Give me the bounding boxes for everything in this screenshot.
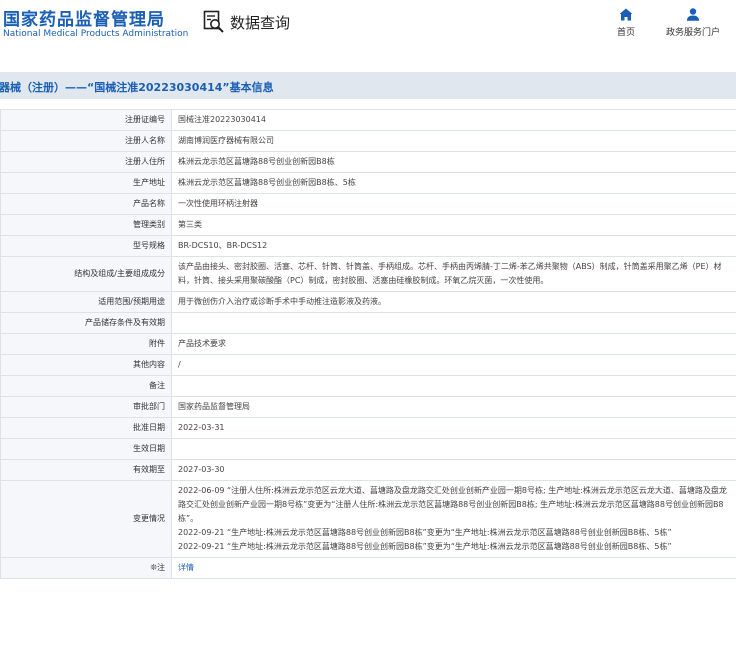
table-row: 审批部门 国家药品监督管理局 [0,396,736,418]
field-label: 型号规格 [0,235,172,257]
nav-gov-service-portal[interactable]: 政务服务门户 [658,8,728,38]
field-label: 生产地址 [0,172,172,194]
user-icon [658,8,728,21]
data-query-title: 数据查询 [230,13,291,32]
table-row: 结构及组成/主要组成成分 该产品由接头、密封胶圈、活塞、芯杆、针筒、针筒盖、手柄组… [0,256,736,292]
site-header: 国家药品监督管理局 National Medical Products Admi… [0,0,736,62]
field-value [171,312,736,334]
field-value: 第三类 [171,214,736,236]
table-row: 注册人住所 株洲云龙示范区菖塘路88号创业创新园B8栋 [0,151,736,173]
data-query-logo[interactable]: 数据查询 [203,10,290,34]
field-value: 2022-03-31 [171,417,736,439]
table-row: 产品名称 一次性使用环柄注射器 [0,193,736,215]
field-value [171,375,736,397]
field-label: 结构及组成/主要组成成分 [0,256,172,292]
field-value: 该产品由接头、密封胶圈、活塞、芯杆、针筒、针筒盖、手柄组成。芯杆、手柄由丙烯腈-… [171,256,736,292]
table-row: 注册证编号 国械注准20223030414 [0,109,736,131]
page-title: 医疗器械（注册）——“国械注准20223030414”基本信息 [0,81,274,94]
field-value: 产品技术要求 [171,333,736,355]
field-label: 有效期至 [0,459,172,481]
table-row: 备注 [0,375,736,397]
field-value: 株洲云龙示范区菖塘路88号创业创新园B8栋、5栋 [171,172,736,194]
change-history-item: 2022-06-09 “注册人住所:株洲云龙示范区云龙大道、菖塘路及盘龙路交汇处… [178,486,727,523]
field-value: 2027-03-30 [171,459,736,481]
table-row: 批准日期 2022-03-31 [0,417,736,439]
note-value: 详情 [171,557,736,579]
table-row: 生产地址 株洲云龙示范区菖塘路88号创业创新园B8栋、5栋 [0,172,736,194]
field-label: 产品储存条件及有效期 [0,312,172,334]
field-label: 变更情况 [0,480,172,558]
field-label: 生效日期 [0,438,172,460]
change-history-item: 2022-09-21 “生产地址:株洲云龙示范区菖塘路88号创业创新园B8栋”变… [178,542,672,551]
field-label: 其他内容 [0,354,172,376]
site-logo-title[interactable]: 国家药品监督管理局 [3,5,165,30]
field-label: 产品名称 [0,193,172,215]
field-label: 管理类别 [0,214,172,236]
field-label: 注册证编号 [0,109,172,131]
field-label: 附件 [0,333,172,355]
field-value [171,438,736,460]
note-label: ❊注 [0,557,172,579]
table-row: 生效日期 [0,438,736,460]
field-value: 湖南博润医疗器械有限公司 [171,130,736,152]
table-row: 产品储存条件及有效期 [0,312,736,334]
field-value: 用于微创伤介入治疗或诊断手术中手动推注造影液及药液。 [171,291,736,313]
table-row: 有效期至 2027-03-30 [0,459,736,481]
note-marker-icon: ❊ [150,563,157,572]
field-label: 注册人住所 [0,151,172,173]
field-value: 株洲云龙示范区菖塘路88号创业创新园B8栋 [171,151,736,173]
table-row: 附件 产品技术要求 [0,333,736,355]
details-link[interactable]: 详情 [178,563,194,572]
table-row: 适用范围/预期用途 用于微创伤介入治疗或诊断手术中手动推注造影液及药液。 [0,291,736,313]
field-label: 审批部门 [0,396,172,418]
table-row: 其他内容 / [0,354,736,376]
nav-portal-label: 政务服务门户 [665,28,720,38]
field-value: 国家药品监督管理局 [171,396,736,418]
data-search-icon [203,10,225,34]
table-row: 注册人名称 湖南博润医疗器械有限公司 [0,130,736,152]
change-history-row: 变更情况 2022-06-09 “注册人住所:株洲云龙示范区云龙大道、菖塘路及盘… [0,480,736,558]
site-logo-subtitle[interactable]: National Medical Products Administration [3,29,188,39]
note-label-text: 注 [157,563,165,572]
home-icon [591,8,661,21]
nav-home-label: 首页 [616,28,635,38]
field-label: 批准日期 [0,417,172,439]
registration-info-table: 注册证编号 国械注准20223030414 注册人名称 湖南博润医疗器械有限公司 注… [0,109,736,579]
nav-home[interactable]: 首页 [591,8,661,38]
field-value: / [171,354,736,376]
field-value: BR-DCS10、BR-DCS12 [171,235,736,257]
field-label: 适用范围/预期用途 [0,291,172,313]
field-value: 国械注准20223030414 [171,109,736,131]
table-row: 管理类别 第三类 [0,214,736,236]
note-row: ❊注 详情 [0,557,736,579]
change-history-list: 2022-06-09 “注册人住所:株洲云龙示范区云龙大道、菖塘路及盘龙路交汇处… [171,480,736,558]
field-value: 一次性使用环柄注射器 [171,193,736,215]
field-label: 注册人名称 [0,130,172,152]
field-label: 备注 [0,375,172,397]
table-row: 型号规格 BR-DCS10、BR-DCS12 [0,235,736,257]
page-title-bar: 医疗器械（注册）——“国械注准20223030414”基本信息 [0,72,736,99]
change-history-item: 2022-09-21 “生产地址:株洲云龙示范区菖塘路88号创业创新园B8栋”变… [178,528,672,537]
